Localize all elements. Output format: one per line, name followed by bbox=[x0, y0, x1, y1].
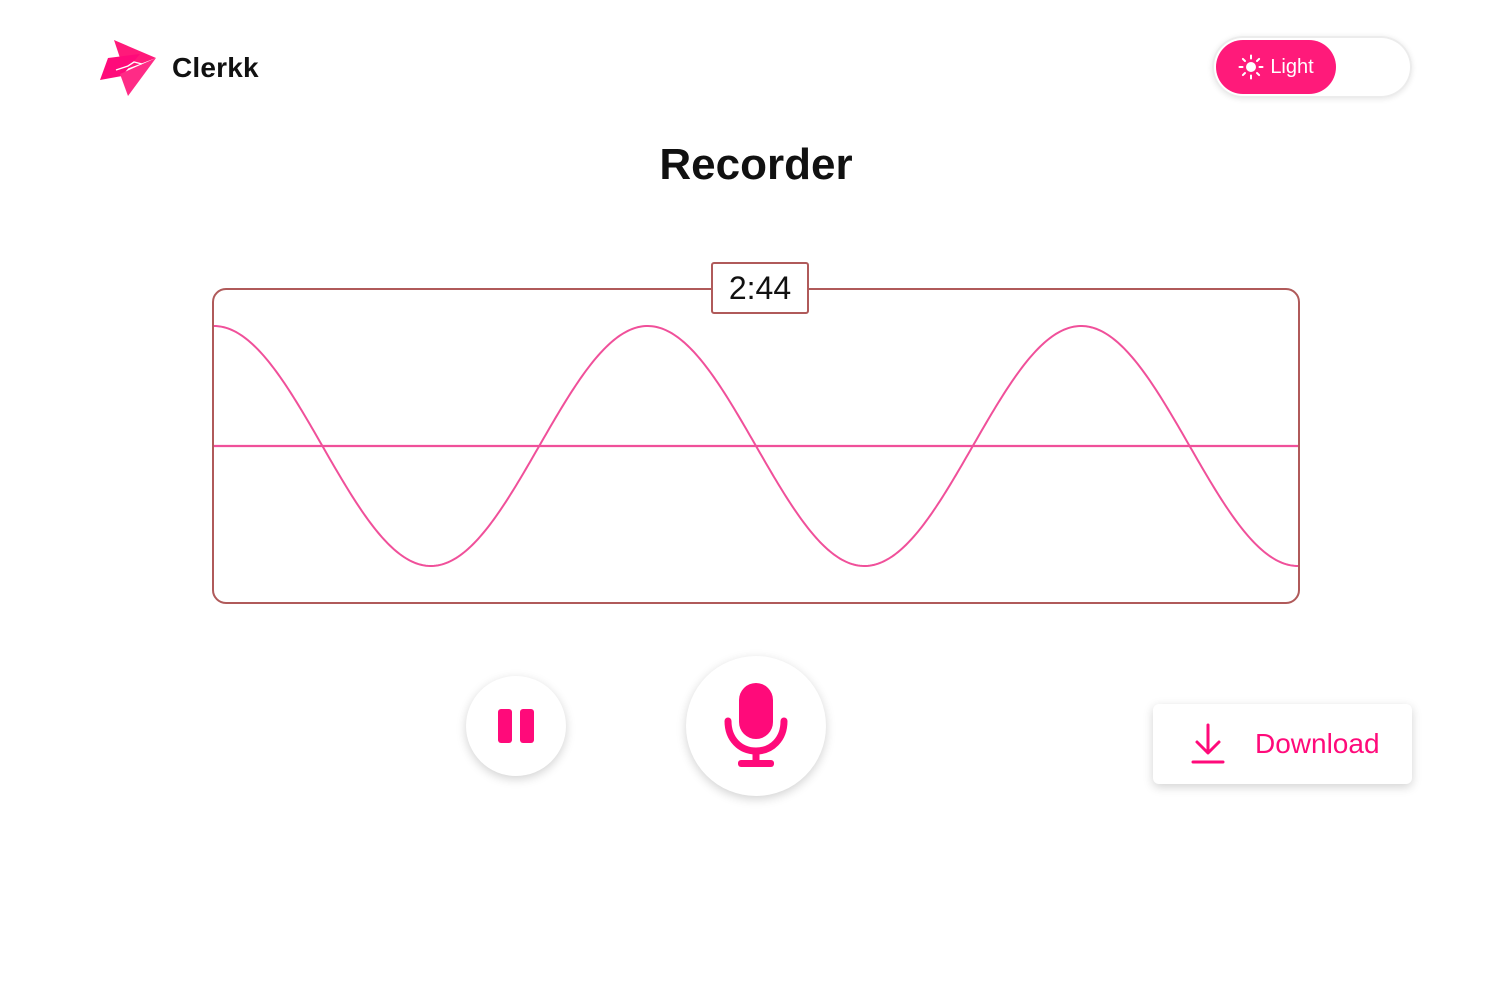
theme-toggle[interactable]: Light bbox=[1212, 36, 1412, 98]
pause-button[interactable] bbox=[466, 676, 566, 776]
waveform-graph bbox=[214, 324, 1298, 568]
page-title: Recorder bbox=[659, 140, 853, 189]
app-logo[interactable]: Clerkk bbox=[100, 40, 259, 96]
download-label: Download bbox=[1255, 728, 1380, 759]
pause-icon bbox=[498, 709, 534, 743]
waveform-panel bbox=[212, 288, 1300, 604]
record-button[interactable] bbox=[686, 656, 826, 796]
download-icon bbox=[1191, 723, 1225, 764]
theme-toggle-label: Light bbox=[1270, 55, 1314, 78]
clerkk-logo-icon bbox=[100, 40, 156, 96]
theme-toggle-knob[interactable]: Light bbox=[1216, 40, 1336, 94]
download-button[interactable]: Download bbox=[1153, 704, 1412, 784]
sun-icon bbox=[1238, 54, 1264, 80]
app-name: Clerkk bbox=[172, 52, 259, 83]
recording-timer: 2:44 bbox=[711, 262, 809, 314]
recorder-page: Clerkk Light Recorder 2:44 Download bbox=[0, 0, 1512, 982]
microphone-icon bbox=[724, 683, 788, 767]
